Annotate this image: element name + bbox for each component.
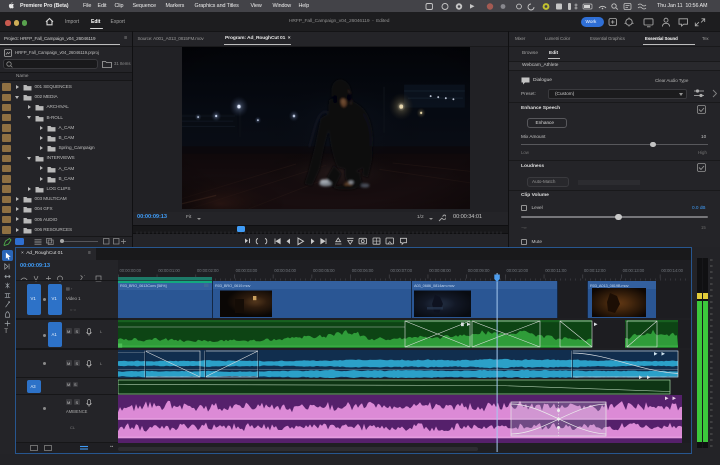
svg-text:R03_BRO_0619.mov: R03_BRO_0619.mov [215, 283, 251, 288]
svg-text:00:00:01:00: 00:00:01:00 [158, 268, 180, 273]
svg-text:00:00:10:00: 00:00:10:00 [507, 268, 529, 273]
svg-text:00:00:14:00: 00:00:14:00 [661, 268, 683, 273]
svg-text:A03_0686_0814am.mov: A03_0686_0814am.mov [414, 283, 455, 288]
svg-text:00:00:12:00: 00:00:12:00 [584, 268, 606, 273]
svg-text:R03_BRO_0613Conv [58%]: R03_BRO_0613Conv [58%] [120, 283, 166, 288]
svg-text:00:00:07:00: 00:00:07:00 [390, 268, 412, 273]
svg-text:00:00:04:00: 00:00:04:00 [274, 268, 296, 273]
svg-text:00:00:09:00: 00:00:09:00 [468, 268, 490, 273]
svg-text:00:00:08:00: 00:00:08:00 [429, 268, 451, 273]
svg-text:00:00:11:00: 00:00:11:00 [545, 268, 567, 273]
svg-text:00:00:03:00: 00:00:03:00 [236, 268, 258, 273]
svg-text:00:00:05:00: 00:00:05:00 [313, 268, 335, 273]
svg-text:00:00:02:00: 00:00:02:00 [197, 268, 219, 273]
svg-text:00:00:06:00: 00:00:06:00 [352, 268, 374, 273]
svg-text:R03_A013_0819B.mov: R03_A013_0819B.mov [590, 283, 629, 288]
svg-text:00:00:00:00: 00:00:00:00 [120, 268, 142, 273]
svg-text:00:00:13:00: 00:00:13:00 [623, 268, 645, 273]
